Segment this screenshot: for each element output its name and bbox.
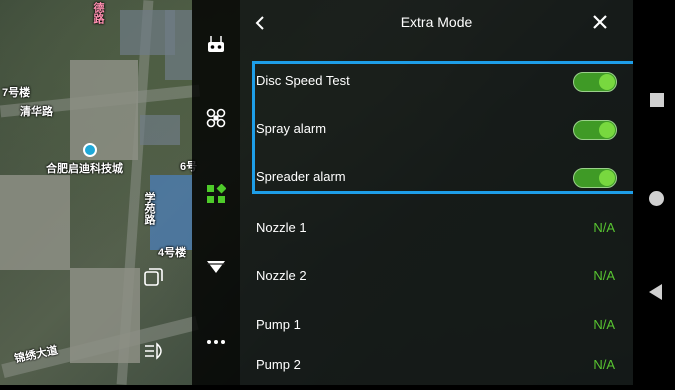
map-label-top-road: 德路 [92, 2, 104, 24]
pump-2-value: N/A [593, 357, 615, 372]
close-button[interactable] [589, 11, 611, 33]
disc-speed-test-label: Disc Speed Test [256, 73, 350, 88]
nozzle-1-label: Nozzle 1 [256, 220, 307, 235]
spreader-alarm-row: Spreader alarm [240, 154, 633, 202]
map-layers-icon[interactable] [142, 266, 164, 290]
pump-1-value: N/A [593, 317, 615, 332]
map-label-xue-road: 学苑路 [143, 192, 155, 225]
nozzle-1-value: N/A [593, 220, 615, 235]
close-icon [593, 15, 607, 29]
spray-alarm-label: Spray alarm [256, 121, 327, 136]
disc-speed-test-toggle[interactable] [573, 72, 617, 92]
nozzle-2-label: Nozzle 2 [256, 268, 307, 283]
map-label-building-4: 4号楼 [158, 247, 187, 259]
recents-icon[interactable] [650, 93, 664, 107]
more-icon[interactable] [204, 330, 228, 354]
nozzle-2-value: N/A [593, 268, 615, 283]
headlight-icon[interactable] [143, 342, 167, 360]
settings-sidebar [192, 0, 240, 385]
drone-icon[interactable] [204, 106, 228, 130]
nozzle-2-row: Nozzle 2 N/A [240, 253, 633, 301]
spreader-alarm-toggle[interactable] [573, 168, 617, 188]
extra-mode-panel: Extra Mode Disc Speed Test Spray alarm S… [240, 0, 633, 385]
panel-header: Extra Mode [240, 0, 633, 46]
apps-icon[interactable] [204, 182, 228, 206]
map-label-qinghua-road: 清华路 [20, 106, 53, 118]
disc-speed-test-row: Disc Speed Test [240, 58, 633, 106]
spreader-alarm-label: Spreader alarm [256, 169, 346, 184]
map-label-company: 合肥启迪科技城 [46, 163, 123, 175]
pump-2-row: Pump 2 N/A [240, 342, 633, 390]
home-icon[interactable] [649, 191, 664, 206]
spray-alarm-toggle[interactable] [573, 120, 617, 140]
pump-1-label: Pump 1 [256, 317, 301, 332]
page-title: Extra Mode [400, 14, 473, 30]
payload-icon[interactable] [204, 254, 228, 278]
location-pin-icon[interactable] [83, 143, 97, 157]
remote-controller-icon[interactable] [204, 32, 228, 56]
nozzle-1-row: Nozzle 1 N/A [240, 205, 633, 253]
map-label-building-7: 7号楼 [2, 87, 31, 99]
spray-alarm-row: Spray alarm [240, 106, 633, 154]
pump-2-label: Pump 2 [256, 357, 301, 372]
back-triangle-icon[interactable] [649, 284, 662, 300]
